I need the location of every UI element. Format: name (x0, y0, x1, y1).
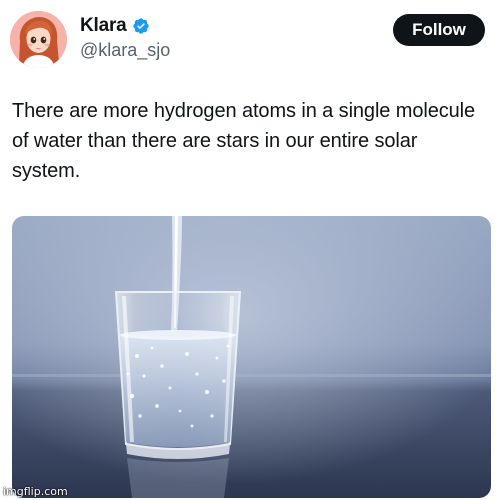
follow-button[interactable]: Follow (393, 14, 485, 46)
author-avatar[interactable] (10, 11, 67, 68)
tweet-media-image[interactable] (12, 216, 491, 498)
water-glass-photo (12, 216, 491, 498)
imgflip-watermark: imgflip.com (3, 485, 68, 498)
verified-badge-icon (132, 17, 150, 35)
avatar-image (10, 11, 67, 68)
tweet-card: Klara @klara_sjo Follow There are more h… (0, 0, 503, 500)
author-name-row: Klara (80, 15, 150, 37)
tweet-text: There are more hydrogen atoms in a singl… (12, 100, 476, 182)
author-handle[interactable]: @klara_sjo (80, 40, 170, 61)
author-display-name[interactable]: Klara (80, 15, 127, 37)
